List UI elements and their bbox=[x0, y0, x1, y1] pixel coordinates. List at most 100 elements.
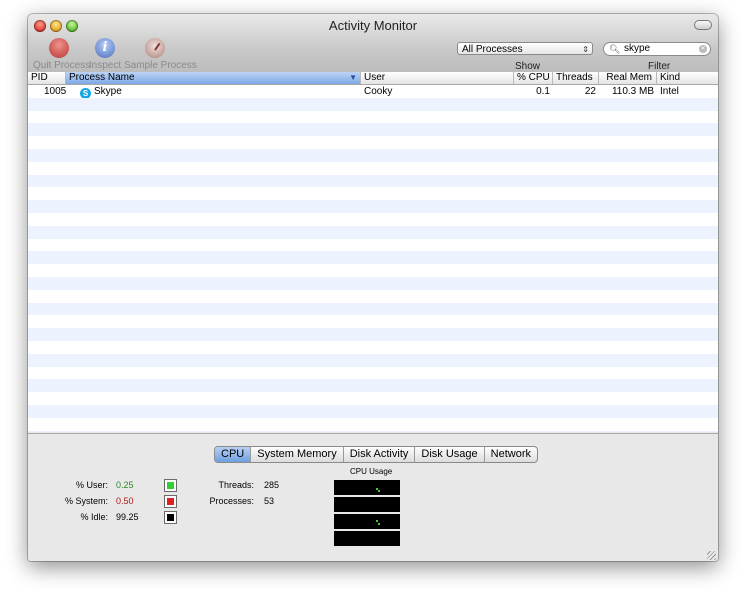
user-percent-value: 0.25 bbox=[116, 480, 134, 490]
empty-table-row bbox=[28, 328, 718, 341]
stopwatch-icon bbox=[145, 38, 165, 58]
table-body: 1005 S Skype Cooky 0.1 22 110.3 MB Intel bbox=[28, 85, 718, 432]
quit-process-button[interactable]: Quit Process bbox=[33, 38, 91, 71]
column-header-process-name[interactable]: Process Name ▼ bbox=[66, 72, 361, 84]
select-arrows-icon: ⇕ bbox=[582, 45, 589, 54]
threads-label: Threads: bbox=[218, 480, 254, 490]
idle-color-swatch bbox=[167, 514, 174, 521]
tab-cpu[interactable]: CPU bbox=[215, 447, 252, 462]
clear-search-icon[interactable]: ✕ bbox=[699, 45, 707, 53]
filter-label: Filter bbox=[648, 61, 671, 72]
empty-table-row bbox=[28, 379, 718, 393]
cell-kind: Intel bbox=[660, 86, 679, 97]
usage-sample bbox=[376, 520, 378, 522]
user-color-well[interactable] bbox=[164, 479, 177, 492]
empty-table-row bbox=[28, 213, 718, 226]
empty-table-row bbox=[28, 111, 718, 124]
cell-user: Cooky bbox=[364, 86, 393, 97]
cpu-usage-graph-core-2 bbox=[334, 497, 400, 512]
column-header-kind[interactable]: Kind bbox=[657, 72, 718, 84]
cell-threads: 22 bbox=[584, 86, 596, 97]
idle-percent-value: 99.25 bbox=[116, 512, 139, 522]
threads-value: 285 bbox=[264, 480, 280, 490]
cpu-usage-graph-core-1 bbox=[334, 480, 400, 495]
search-input[interactable]: 🔍︎ skype ✕ bbox=[603, 42, 711, 56]
resize-grip-icon[interactable] bbox=[707, 551, 716, 560]
search-icon: 🔍︎ bbox=[609, 44, 621, 54]
empty-table-row bbox=[28, 97, 718, 111]
quit-process-label: Quit Process bbox=[33, 60, 91, 71]
cell-pid: 1005 bbox=[44, 86, 67, 97]
activity-monitor-window: Activity Monitor Quit Process i Inspect … bbox=[28, 14, 718, 561]
empty-table-row bbox=[28, 276, 718, 290]
show-label: Show bbox=[515, 61, 541, 72]
tab-system-memory[interactable]: System Memory bbox=[251, 447, 344, 462]
empty-table-row bbox=[28, 290, 718, 303]
empty-table-row bbox=[28, 123, 718, 137]
empty-table-row bbox=[28, 392, 718, 405]
column-header-user[interactable]: User bbox=[361, 72, 514, 84]
sample-process-button[interactable]: Sample Process bbox=[124, 38, 197, 71]
search-value: skype bbox=[624, 43, 651, 54]
cpu-usage-graph-core-3 bbox=[334, 514, 400, 529]
system-color-swatch bbox=[167, 498, 174, 505]
inspect-label: Inspect bbox=[88, 60, 122, 71]
empty-table-row bbox=[28, 251, 718, 265]
process-filter-value: All Processes bbox=[462, 44, 523, 55]
cpu-usage-title: CPU Usage bbox=[350, 467, 393, 476]
user-color-swatch bbox=[167, 482, 174, 489]
processes-value: 53 bbox=[264, 496, 275, 506]
empty-table-row bbox=[28, 353, 718, 367]
info-icon: i bbox=[95, 38, 115, 58]
idle-color-well[interactable] bbox=[164, 511, 177, 524]
column-header-pid[interactable]: PID bbox=[28, 72, 66, 84]
column-header-process-name-label: Process Name bbox=[69, 72, 135, 83]
usage-sample bbox=[378, 523, 380, 525]
empty-table-row bbox=[28, 341, 718, 354]
inspect-button[interactable]: i Inspect bbox=[88, 38, 122, 71]
cell-real-mem: 110.3 MB bbox=[611, 86, 654, 97]
column-header-cpu[interactable]: % CPU bbox=[514, 72, 553, 84]
toolbar-toggle-button[interactable] bbox=[694, 20, 712, 30]
tab-disk-activity[interactable]: Disk Activity bbox=[344, 447, 416, 462]
stats-tab-bar: CPU System Memory Disk Activity Disk Usa… bbox=[214, 446, 538, 463]
process-filter-select[interactable]: All Processes ⇕ bbox=[457, 42, 593, 55]
tab-disk-usage[interactable]: Disk Usage bbox=[415, 447, 485, 462]
empty-table-row bbox=[28, 239, 718, 252]
idle-percent-label: % Idle: bbox=[80, 512, 108, 522]
system-percent-value: 0.50 bbox=[116, 496, 134, 506]
empty-table-row bbox=[28, 162, 718, 175]
table-header: PID Process Name ▼ User % CPU Threads Re… bbox=[28, 72, 718, 85]
cell-cpu: 0.1 bbox=[536, 86, 550, 97]
empty-table-row bbox=[28, 187, 718, 200]
system-color-well[interactable] bbox=[164, 495, 177, 508]
table-row[interactable]: 1005 S Skype Cooky 0.1 22 110.3 MB Intel bbox=[28, 85, 718, 99]
sort-descending-icon: ▼ bbox=[349, 73, 357, 82]
empty-table-row bbox=[28, 200, 718, 213]
empty-table-row bbox=[28, 225, 718, 239]
empty-table-row bbox=[28, 418, 718, 431]
empty-table-row bbox=[28, 315, 718, 328]
empty-table-row bbox=[28, 264, 718, 277]
cpu-usage-graph-core-4 bbox=[334, 531, 400, 546]
stop-sign-icon bbox=[49, 38, 69, 58]
sample-process-label: Sample Process bbox=[124, 60, 197, 71]
tab-network[interactable]: Network bbox=[485, 447, 537, 462]
cell-process-name-text: Skype bbox=[94, 86, 122, 97]
empty-table-row bbox=[28, 174, 718, 188]
system-stats-panel: CPU System Memory Disk Activity Disk Usa… bbox=[28, 433, 718, 561]
system-percent-label: % System: bbox=[64, 496, 108, 506]
user-percent-label: % User: bbox=[75, 480, 108, 490]
toolbar: Activity Monitor Quit Process i Inspect … bbox=[28, 14, 718, 73]
empty-table-row bbox=[28, 404, 718, 418]
usage-sample bbox=[378, 490, 380, 492]
empty-table-row bbox=[28, 430, 718, 432]
column-header-real-mem[interactable]: Real Mem bbox=[599, 72, 657, 84]
window-title: Activity Monitor bbox=[328, 18, 418, 33]
empty-table-row bbox=[28, 367, 718, 380]
column-header-threads[interactable]: Threads bbox=[553, 72, 599, 84]
processes-label: Processes: bbox=[209, 496, 254, 506]
empty-table-row bbox=[28, 302, 718, 316]
process-table: PID Process Name ▼ User % CPU Threads Re… bbox=[28, 72, 718, 432]
empty-table-row bbox=[28, 148, 718, 162]
